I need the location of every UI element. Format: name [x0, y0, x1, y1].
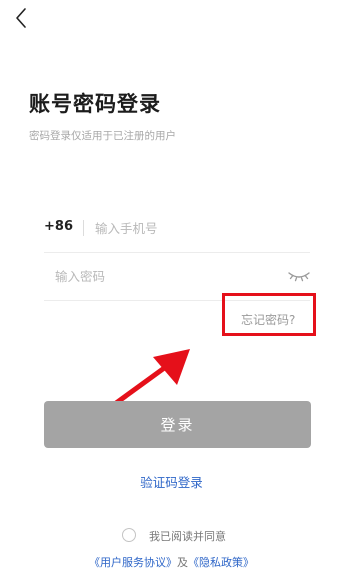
user-agreement-link[interactable]: 《用户服务协议》	[89, 556, 177, 569]
agreement-checkbox[interactable]	[122, 528, 136, 542]
forgot-password-link[interactable]: 忘记密码?	[241, 311, 295, 328]
eye-closed-icon	[288, 272, 310, 282]
login-button[interactable]: 登录	[44, 401, 311, 448]
page-title: 账号密码登录	[29, 92, 161, 116]
back-button[interactable]	[10, 6, 34, 30]
agreement-text: 我已阅读并同意	[149, 530, 226, 543]
password-input[interactable]	[55, 262, 275, 290]
sms-login-link[interactable]: 验证码登录	[0, 472, 343, 491]
phone-input[interactable]	[95, 214, 300, 242]
password-visibility-toggle[interactable]	[286, 268, 312, 284]
policy-links: 《用户服务协议》及《隐私政策》	[0, 554, 343, 570]
page-subtitle: 密码登录仅适用于已注册的用户	[29, 130, 176, 142]
privacy-policy-link[interactable]: 《隐私政策》	[188, 556, 254, 569]
policy-conjunction: 及	[177, 556, 188, 569]
divider	[83, 220, 84, 236]
phone-field-row: +86	[44, 205, 310, 253]
country-code-selector[interactable]: +86	[44, 219, 73, 234]
chevron-left-icon	[16, 8, 26, 28]
